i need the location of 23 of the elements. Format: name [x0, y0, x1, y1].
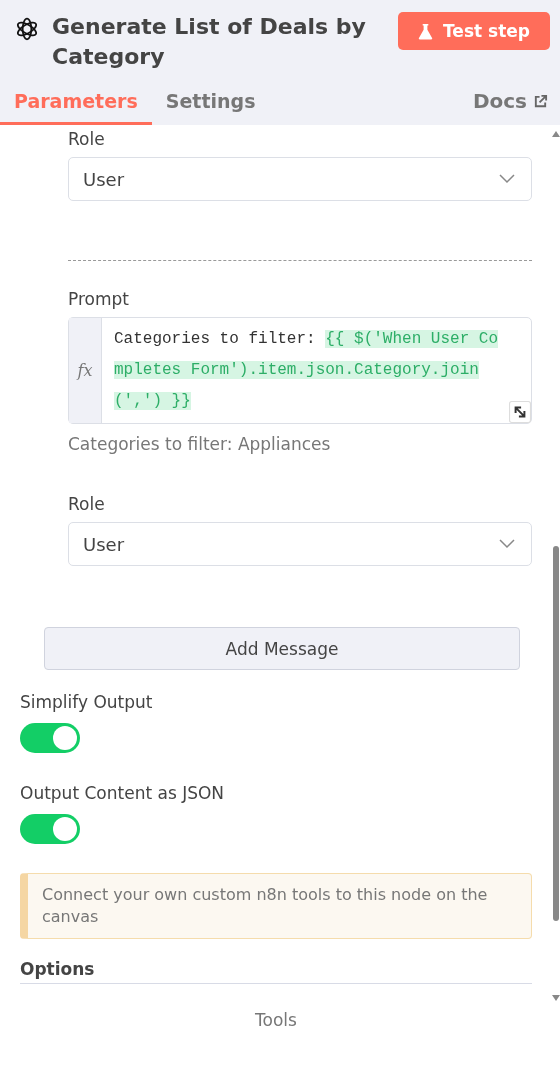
notice-callout: Connect your own custom n8n tools to this node on the canvas	[20, 873, 532, 939]
external-link-icon	[533, 93, 548, 109]
toggle-switch[interactable]	[20, 814, 80, 844]
docs-link[interactable]: Docs	[472, 89, 548, 125]
scroll-up-icon[interactable]	[552, 131, 560, 137]
flask-icon	[418, 22, 433, 40]
chevron-down-icon	[499, 174, 515, 184]
toggle-label: Simplify Output	[20, 692, 154, 712]
role-select[interactable]: User	[68, 522, 532, 566]
field-label: Role	[68, 129, 106, 149]
role-select[interactable]: User	[68, 157, 532, 201]
expression-preview: Categories to filter: Appliances	[68, 434, 332, 454]
node-title: Generate List of Deals by Category	[52, 13, 367, 71]
field-label: Role	[68, 494, 106, 514]
toggle-label: Output Content as JSON	[20, 783, 226, 803]
scroll-down-icon[interactable]	[552, 995, 560, 1001]
field-label: Prompt	[68, 289, 130, 309]
toggle-switch[interactable]	[20, 723, 80, 753]
tab[interactable]: Settings	[151, 84, 270, 125]
add-message-button[interactable]: Add Message	[44, 627, 520, 670]
options-heading: Options	[20, 959, 532, 984]
chevron-down-icon	[499, 539, 515, 549]
options-item: Tools	[255, 1010, 297, 1030]
